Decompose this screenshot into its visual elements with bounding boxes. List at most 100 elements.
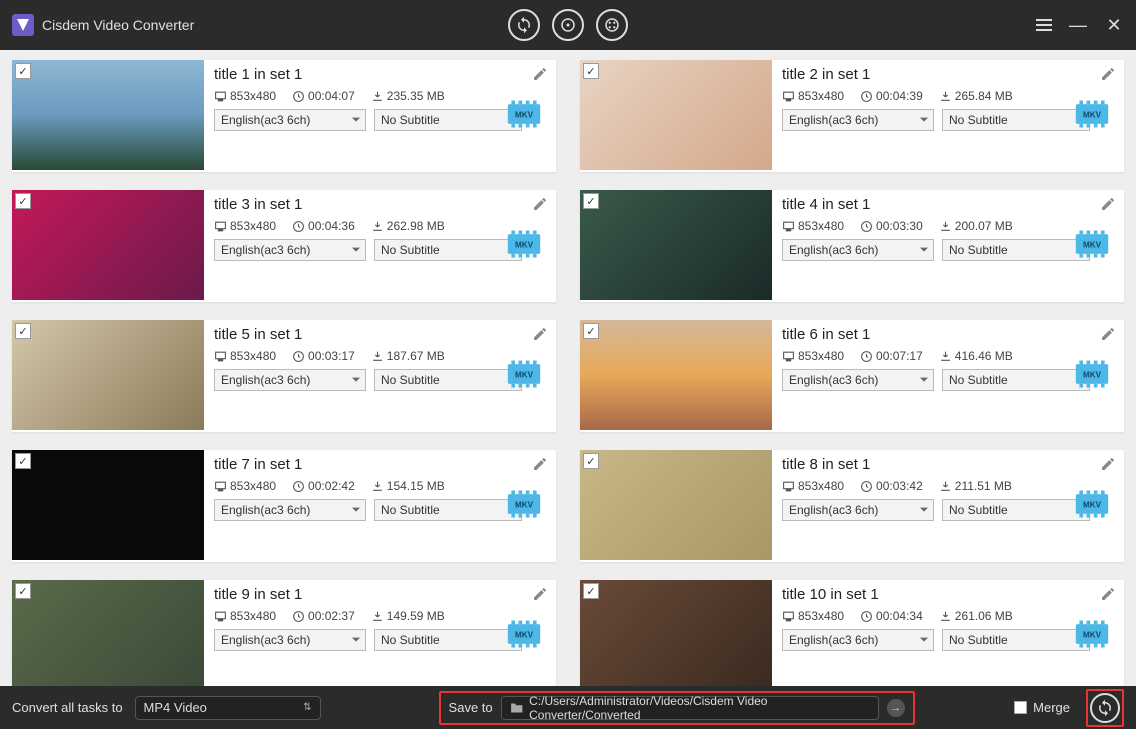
merge-group: Merge (1014, 700, 1070, 715)
edit-icon[interactable] (532, 326, 548, 342)
filesize: 261.06 MB (939, 609, 1013, 623)
item-meta: 853x48000:04:36262.98 MB (214, 219, 546, 233)
item-meta: 853x48000:04:07235.35 MB (214, 89, 546, 103)
audio-track-select[interactable]: English(ac3 6ch) (214, 239, 366, 261)
item-details: title 9 in set 1853x48000:02:37149.59 MB… (204, 580, 556, 686)
menu-icon[interactable] (1036, 19, 1052, 31)
convert-button[interactable] (1090, 693, 1120, 723)
select-checkbox[interactable]: ✓ (583, 453, 599, 469)
item-meta: 853x48000:02:42154.15 MB (214, 479, 546, 493)
format-icon[interactable]: MKV (1074, 360, 1110, 388)
select-checkbox[interactable]: ✓ (15, 323, 31, 339)
thumbnail[interactable]: ✓ (12, 450, 204, 560)
format-icon[interactable]: MKV (1074, 620, 1110, 648)
format-icon[interactable]: MKV (506, 620, 542, 648)
format-icon[interactable]: MKV (1074, 100, 1110, 128)
item-details: title 2 in set 1853x48000:04:39265.84 MB… (772, 60, 1124, 172)
audio-track-select[interactable]: English(ac3 6ch) (782, 369, 934, 391)
select-checkbox[interactable]: ✓ (15, 453, 31, 469)
thumbnail[interactable]: ✓ (580, 320, 772, 430)
video-item: ✓ title 9 in set 1853x48000:02:37149.59 M… (12, 580, 556, 686)
merge-checkbox[interactable] (1014, 701, 1027, 714)
select-checkbox[interactable]: ✓ (15, 63, 31, 79)
format-icon[interactable]: MKV (506, 230, 542, 258)
item-details: title 1 in set 1 853x48000:04:07235.35 MB… (204, 60, 556, 172)
item-meta: 853x48000:04:34261.06 MB (782, 609, 1114, 623)
thumbnail[interactable]: ✓ (12, 580, 204, 686)
thumbnail[interactable]: ✓ (12, 320, 204, 430)
convert-tab-icon[interactable] (508, 9, 540, 41)
subtitle-select[interactable]: No Subtitle (942, 239, 1090, 261)
audio-track-select[interactable]: English(ac3 6ch) (214, 629, 366, 651)
close-button[interactable]: ✕ (1104, 15, 1124, 36)
rip-tab-icon[interactable] (552, 9, 584, 41)
duration: 00:03:30 (860, 219, 923, 233)
duration: 00:03:17 (292, 349, 355, 363)
edit-icon[interactable] (1100, 196, 1116, 212)
subtitle-select[interactable]: No Subtitle (942, 499, 1090, 521)
edit-icon[interactable] (532, 456, 548, 472)
thumbnail[interactable]: ✓ (580, 450, 772, 560)
edit-icon[interactable] (1100, 586, 1116, 602)
edit-icon[interactable] (1100, 66, 1116, 82)
edit-icon[interactable] (532, 66, 548, 82)
edit-icon[interactable] (1100, 456, 1116, 472)
select-checkbox[interactable]: ✓ (15, 193, 31, 209)
select-checkbox[interactable]: ✓ (583, 193, 599, 209)
svg-text:MKV: MKV (1083, 631, 1102, 640)
app-logo-icon (12, 14, 34, 36)
subtitle-select[interactable]: No Subtitle (374, 109, 522, 131)
format-icon[interactable]: MKV (506, 490, 542, 518)
subtitle-select[interactable]: No Subtitle (374, 369, 522, 391)
item-title: title 1 in set 1 (214, 66, 546, 83)
thumbnail[interactable]: ✓ (580, 190, 772, 300)
audio-track-select[interactable]: English(ac3 6ch) (782, 629, 934, 651)
filesize: 154.15 MB (371, 479, 445, 493)
item-meta: 853x48000:07:17416.46 MB (782, 349, 1114, 363)
edit-icon[interactable] (1100, 326, 1116, 342)
video-item: ✓title 7 in set 1853x48000:02:42154.15 M… (12, 450, 556, 562)
thumbnail[interactable]: ✓ (580, 60, 772, 170)
output-format-select[interactable]: MP4 Video (135, 696, 321, 720)
select-checkbox[interactable]: ✓ (583, 323, 599, 339)
open-folder-button[interactable]: → (887, 699, 905, 717)
select-checkbox[interactable]: ✓ (583, 583, 599, 599)
audio-track-select[interactable]: English(ac3 6ch) (782, 239, 934, 261)
select-checkbox[interactable]: ✓ (583, 63, 599, 79)
audio-track-select[interactable]: English(ac3 6ch) (214, 369, 366, 391)
thumbnail[interactable]: ✓ (12, 190, 204, 300)
edit-icon[interactable] (532, 586, 548, 602)
track-selects: English(ac3 6ch) No Subtitle (782, 109, 1114, 131)
svg-text:MKV: MKV (1083, 111, 1102, 120)
format-icon[interactable]: MKV (1074, 230, 1110, 258)
video-item: ✓title 5 in set 1853x48000:03:17187.67 M… (12, 320, 556, 432)
filesize: 200.07 MB (939, 219, 1013, 233)
subtitle-select[interactable]: No Subtitle (374, 239, 522, 261)
audio-track-select[interactable]: English(ac3 6ch) (782, 499, 934, 521)
audio-track-select[interactable]: English(ac3 6ch) (214, 499, 366, 521)
svg-text:MKV: MKV (1083, 501, 1102, 510)
format-icon[interactable]: MKV (1074, 490, 1110, 518)
subtitle-select[interactable]: No Subtitle (942, 109, 1090, 131)
subtitle-select[interactable]: No Subtitle (942, 369, 1090, 391)
thumbnail[interactable]: ✓ (580, 580, 772, 686)
subtitle-select[interactable]: No Subtitle (374, 499, 522, 521)
thumbnail[interactable]: ✓ (12, 60, 204, 170)
titlebar: Cisdem Video Converter — ✕ (0, 0, 1136, 50)
edit-icon[interactable] (532, 196, 548, 212)
filesize: 265.84 MB (939, 89, 1013, 103)
select-checkbox[interactable]: ✓ (15, 583, 31, 599)
audio-track-select[interactable]: English(ac3 6ch) (782, 109, 934, 131)
subtitle-select[interactable]: No Subtitle (374, 629, 522, 651)
saveto-path-field[interactable]: C:/Users/Administrator/Videos/Cisdem Vid… (501, 696, 879, 720)
download-tab-icon[interactable] (596, 9, 628, 41)
track-selects: English(ac3 6ch) No Subtitle (214, 499, 546, 521)
audio-track-select[interactable]: English(ac3 6ch) (214, 109, 366, 131)
video-item: ✓title 10 in set 1853x48000:04:34261.06 … (580, 580, 1124, 686)
format-icon[interactable]: MKV (506, 100, 542, 128)
minimize-button[interactable]: — (1068, 15, 1088, 36)
format-icon[interactable]: MKV (506, 360, 542, 388)
convert-button-highlight (1086, 689, 1124, 727)
subtitle-select[interactable]: No Subtitle (942, 629, 1090, 651)
duration: 00:02:37 (292, 609, 355, 623)
